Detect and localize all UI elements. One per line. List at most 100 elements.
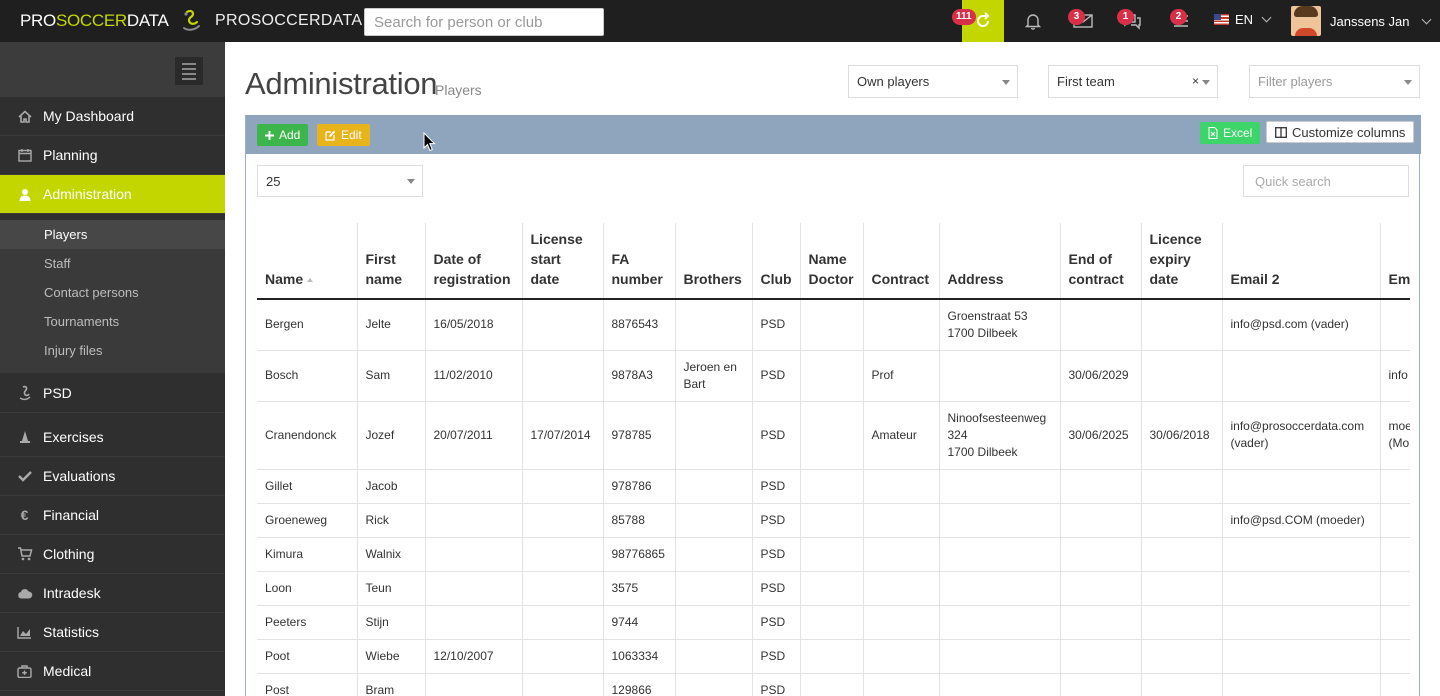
column-header[interactable]: Contract	[863, 223, 940, 300]
customize-columns-button[interactable]: Customize columns	[1266, 121, 1415, 143]
sidebar-item-financial[interactable]: € Financial	[0, 496, 225, 535]
table-cell	[939, 673, 1061, 696]
sidebar-item-label: Intradesk	[43, 585, 101, 601]
table-cell	[675, 605, 753, 640]
cell-text: 129866	[611, 682, 652, 696]
sidebar-item-administration[interactable]: Administration	[0, 175, 225, 214]
table-cell	[1380, 503, 1410, 538]
column-header[interactable]: Address	[939, 223, 1061, 300]
table-row[interactable]: Loon Teun 3575 PSD	[257, 571, 1410, 606]
column-header[interactable]: First name	[357, 223, 426, 300]
refresh-button[interactable]: 111	[952, 0, 1004, 42]
table-cell	[939, 639, 1061, 674]
edit-button[interactable]: Edit	[317, 124, 370, 146]
cell-text: 9744	[611, 614, 639, 629]
table-cell	[425, 571, 523, 606]
column-header[interactable]: Date of registration	[425, 223, 523, 300]
table-row[interactable]: Cranendonck Jozef 20/07/2011 17/07/2014 9787…	[257, 401, 1410, 470]
table-cell	[800, 503, 864, 538]
quick-search-input[interactable]	[1243, 165, 1409, 197]
table-row[interactable]: Bergen Jelte 16/05/2018 8876543 PSD Groenstra…	[257, 299, 1410, 351]
own-players-select[interactable]: Own players	[848, 65, 1018, 98]
column-header[interactable]: End of contract	[1060, 223, 1142, 300]
messages-button[interactable]: 3	[1062, 0, 1104, 42]
tasks-badge: 2	[1170, 9, 1187, 25]
user-menu[interactable]: Janssens Jan	[1291, 6, 1431, 36]
sidebar-item-intradesk[interactable]: Intradesk	[0, 574, 225, 613]
table-cell: 978785	[603, 401, 676, 470]
table-row[interactable]: Groeneweg Rick 85788 PSD info@psd.COM (moede…	[257, 503, 1410, 538]
table-cell	[425, 605, 523, 640]
cell-text: Jeroen en Bart	[683, 359, 737, 391]
cell-text: Jelte	[365, 317, 391, 332]
add-button[interactable]: Add	[257, 124, 309, 146]
sidebar-item-psd[interactable]: PSD	[0, 374, 225, 413]
menu-toggle-button[interactable]	[175, 57, 203, 85]
table-row[interactable]: Kimura Walnix 98776865 PSD	[257, 537, 1410, 572]
sidebar-item-planning[interactable]: Planning	[0, 136, 225, 175]
tasks-button[interactable]: 2	[1160, 0, 1202, 42]
page-size-select[interactable]: 25	[257, 165, 423, 197]
excel-export-button[interactable]: Excel	[1200, 122, 1261, 144]
table-cell: 978786	[603, 469, 676, 504]
sidebar-item-evaluations[interactable]: Evaluations	[0, 457, 225, 496]
column-header[interactable]: Em	[1380, 223, 1410, 300]
cell-text: Prof	[871, 368, 894, 382]
column-header[interactable]: Email 2	[1222, 223, 1381, 300]
column-header[interactable]: Name	[257, 223, 358, 300]
filter-players-select[interactable]: Filter players	[1249, 65, 1420, 98]
table-cell: 129866	[603, 673, 676, 696]
submenu-item-players[interactable]: Players	[0, 220, 225, 249]
cell-text: 3575	[611, 580, 639, 595]
column-header[interactable]: License start date	[522, 223, 604, 300]
table-cell	[1380, 673, 1410, 696]
table-cell: Jacob	[357, 469, 426, 504]
team-select[interactable]: First team ×	[1048, 65, 1218, 98]
table-cell	[522, 537, 604, 572]
submenu-item-contact-persons[interactable]: Contact persons	[0, 278, 225, 307]
table-row[interactable]: Gillet Jacob 978786 PSD	[257, 469, 1410, 504]
table-cell	[1060, 299, 1142, 351]
submenu-item-label: Players	[44, 227, 88, 242]
table-cell: 9878A3	[603, 350, 676, 402]
submenu-item-tournaments[interactable]: Tournaments	[0, 307, 225, 336]
app-logo[interactable]: PROSOCCERDATA	[20, 11, 169, 31]
submenu-item-injury-files[interactable]: Injury files	[0, 336, 225, 365]
column-header[interactable]: Name Doctor	[800, 223, 864, 300]
sidebar-item-statistics[interactable]: Statistics	[0, 613, 225, 652]
players-table-container: Name First name Date of registration Licens…	[257, 223, 1410, 696]
column-header-label: Name Doctor	[808, 251, 854, 287]
column-header[interactable]: Club	[752, 223, 801, 300]
table-row[interactable]: Post Bram 129866 PSD	[257, 673, 1410, 696]
table-cell: Post	[257, 673, 358, 696]
chat-button[interactable]: 1	[1111, 0, 1153, 42]
sidebar-item-label: My Dashboard	[43, 108, 135, 124]
mouse-cursor-icon	[423, 132, 436, 152]
column-header[interactable]: Licence expiry date	[1141, 223, 1223, 300]
notifications-button[interactable]	[1012, 0, 1054, 42]
table-cell	[800, 350, 864, 402]
column-header[interactable]: Brothers	[675, 223, 753, 300]
language-selector[interactable]: EN	[1214, 12, 1272, 27]
column-header-label: Contract	[871, 271, 930, 287]
submenu-item-staff[interactable]: Staff	[0, 249, 225, 278]
table-cell	[1060, 673, 1142, 696]
clear-selection-icon[interactable]: ×	[1192, 74, 1199, 88]
table-cell	[1380, 299, 1410, 351]
table-row[interactable]: Peeters Stijn 9744 PSD	[257, 605, 1410, 640]
table-cell: 12/10/2007	[425, 639, 523, 674]
sidebar-item-clothing[interactable]: Clothing	[0, 535, 225, 574]
search-input[interactable]	[364, 8, 604, 36]
sidebar-item-exercises[interactable]: Exercises	[0, 418, 225, 457]
column-header[interactable]: FA number	[603, 223, 676, 300]
sidebar-item-medical[interactable]: Medical	[0, 652, 225, 691]
table-cell: Wiebe	[357, 639, 426, 674]
table-cell	[675, 673, 753, 696]
sidebar-item-dashboard[interactable]: My Dashboard	[0, 97, 225, 136]
psd-logo-icon	[19, 385, 30, 401]
cell-text: PSD	[760, 317, 786, 332]
cell-text: 16/05/2018	[433, 317, 494, 332]
cell-text: Amateur	[871, 427, 917, 442]
table-row[interactable]: Bosch Sam 11/02/2010 9878A3 Jeroen en Bart PS…	[257, 350, 1410, 402]
table-row[interactable]: Poot Wiebe 12/10/2007 1063334 PSD	[257, 639, 1410, 674]
